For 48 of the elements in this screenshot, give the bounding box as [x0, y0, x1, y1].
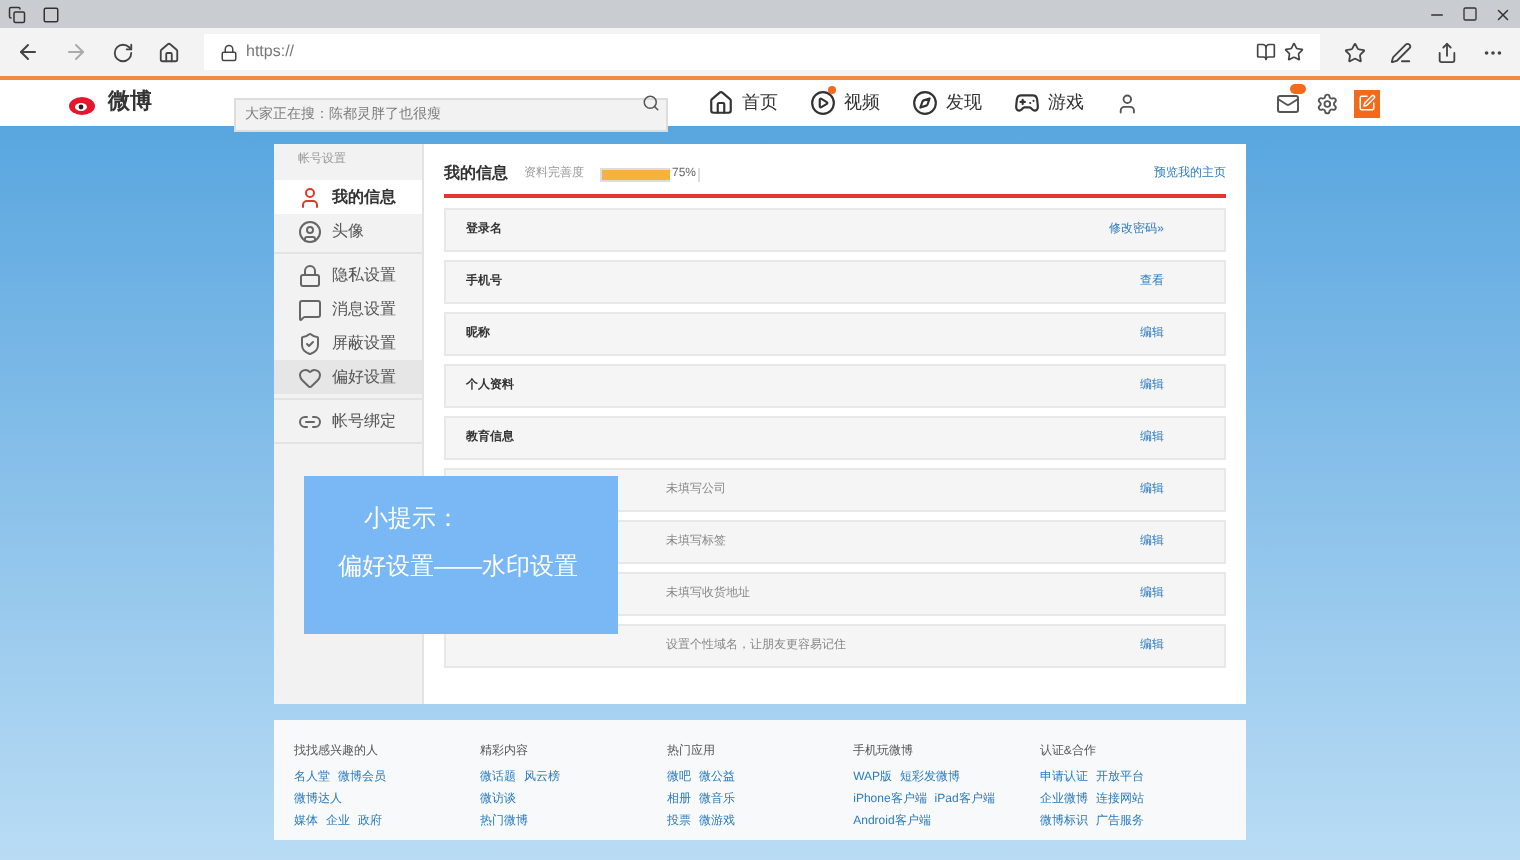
site-logo[interactable]: 微博	[108, 86, 152, 120]
section-title: 我的信息	[444, 162, 508, 186]
share-icon[interactable]	[1436, 41, 1458, 63]
sidebar-item[interactable]: 消息设置	[274, 292, 422, 326]
nav-link[interactable]: 游戏	[1014, 89, 1085, 117]
nav-link[interactable]: 视频	[810, 89, 881, 117]
message-icon	[298, 297, 322, 321]
sidebar-item[interactable]: 隐私设置	[274, 258, 422, 292]
compass-icon	[912, 90, 939, 116]
sidebar-item[interactable]: 我的信息	[274, 180, 422, 214]
nav-link[interactable]: 首页	[708, 89, 779, 117]
lock-icon	[298, 263, 322, 287]
favorite-icon[interactable]	[1284, 42, 1304, 62]
play-icon	[810, 90, 837, 116]
compose-button[interactable]	[1353, 89, 1381, 117]
sidebar-item[interactable]: 帐号绑定	[274, 404, 422, 438]
eye-logo-icon	[68, 91, 100, 115]
maximize-icon[interactable]	[1462, 6, 1478, 22]
lock-icon	[220, 43, 238, 61]
heart-icon	[298, 365, 322, 389]
avatar-icon	[298, 219, 322, 243]
tab-icon[interactable]	[42, 5, 60, 23]
nav-link[interactable]: 发现	[912, 89, 983, 117]
user-icon	[298, 185, 322, 209]
home-icon[interactable]	[158, 41, 180, 63]
sidebar-item[interactable]: 屏蔽设置	[274, 326, 422, 360]
reading-view-icon[interactable]	[1256, 42, 1276, 62]
pen-icon[interactable]	[1390, 41, 1412, 63]
url-text: https://	[246, 40, 295, 64]
favorites-icon[interactable]	[1344, 41, 1366, 63]
settings-icon[interactable]	[1315, 91, 1338, 115]
badge-icon	[1289, 83, 1305, 93]
user-icon[interactable]	[1116, 91, 1139, 115]
tip-title: 小提示：	[362, 502, 462, 536]
mail-icon[interactable]	[1275, 91, 1299, 115]
close-icon[interactable]	[1494, 5, 1512, 23]
compose-icon	[1357, 94, 1376, 112]
refresh-icon[interactable]	[112, 41, 134, 63]
back-icon[interactable]	[16, 40, 40, 64]
tabs-icon[interactable]	[8, 5, 26, 23]
gamepad-icon	[1014, 90, 1041, 116]
sidebar-item[interactable]: 偏好设置	[274, 360, 422, 394]
home-icon	[708, 90, 735, 116]
shield-icon	[298, 331, 322, 355]
sidebar-item[interactable]: 头像	[274, 214, 422, 248]
search-icon[interactable]	[642, 94, 661, 112]
url-field[interactable]: https://	[204, 34, 1320, 70]
tip-text: 偏好设置——水印设置	[338, 550, 580, 584]
